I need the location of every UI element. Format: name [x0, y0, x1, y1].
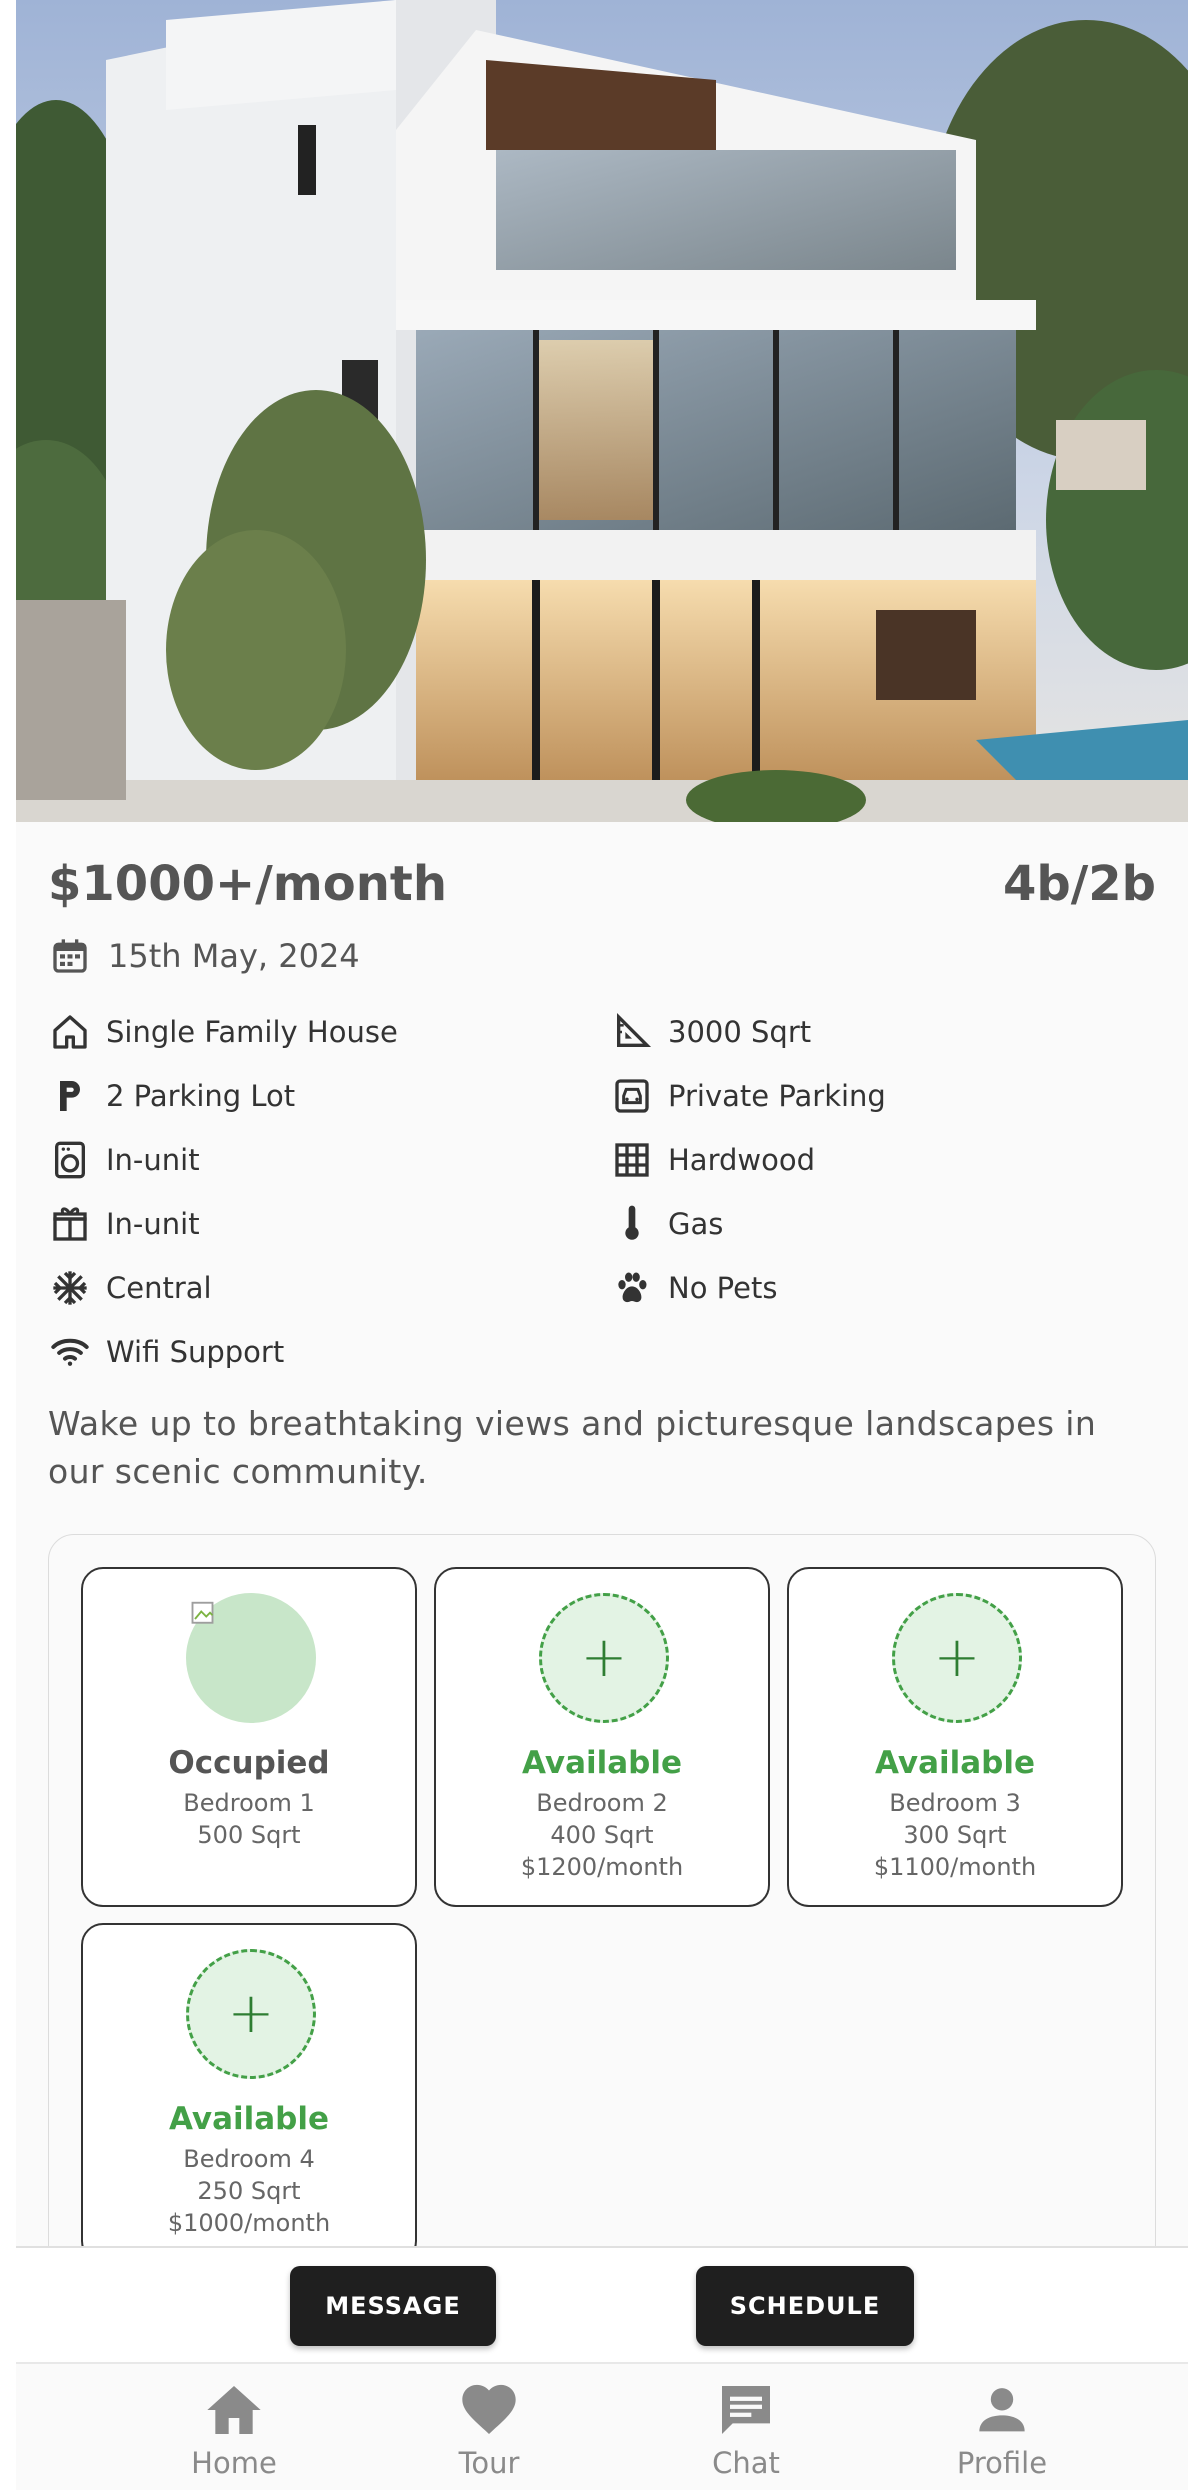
tab-profile[interactable]: Profile — [922, 2378, 1082, 2480]
room-size: 300 Sqrt — [903, 1821, 1007, 1849]
room-name: Bedroom 2 — [536, 1789, 668, 1817]
plus-icon: + — [227, 1981, 275, 2046]
feature-parking-type: Private Parking — [610, 1068, 886, 1124]
room-price: $1100/month — [873, 1853, 1037, 1881]
beds-baths-label: 4b/2b — [1002, 856, 1156, 912]
room-status: Available — [168, 2101, 330, 2137]
feature-label: In-unit — [106, 1143, 200, 1177]
washer-icon — [48, 1138, 92, 1182]
room-status: Occupied — [168, 1745, 330, 1781]
feature-dishwasher: In-unit — [48, 1196, 200, 1252]
feature-flooring: Hardwood — [610, 1132, 815, 1188]
feature-cooling: Central — [48, 1260, 212, 1316]
room-name: Bedroom 4 — [183, 2145, 315, 2173]
price-label: $1000+/month — [48, 856, 448, 912]
tab-label: Home — [191, 2446, 277, 2480]
feature-laundry: In-unit — [48, 1132, 200, 1188]
calendar-icon — [48, 934, 92, 978]
paw-icon — [610, 1266, 654, 1310]
dishwasher-icon — [48, 1202, 92, 1246]
message-button[interactable]: MESSAGE — [290, 2266, 496, 2346]
broken-image-icon — [191, 1601, 214, 1624]
profile-icon — [979, 2388, 1025, 2432]
schedule-button[interactable]: SCHEDULE — [696, 2266, 914, 2346]
feature-label: 2 Parking Lot — [106, 1079, 296, 1113]
home-icon — [207, 2386, 261, 2434]
feature-area: 3000 Sqrt — [610, 1004, 811, 1060]
plus-icon: + — [580, 1625, 628, 1690]
tab-home[interactable]: Home — [154, 2378, 314, 2480]
feature-label: In-unit — [106, 1207, 200, 1241]
room-card[interactable]: + Available Bedroom 4 250 Sqrt $1000/mon… — [81, 1923, 417, 2263]
plus-icon: + — [933, 1625, 981, 1690]
feature-heating: Gas — [610, 1196, 723, 1252]
tab-chat[interactable]: Chat — [666, 2378, 826, 2480]
tab-tour[interactable]: Tour — [409, 2378, 569, 2480]
add-roommate-button[interactable]: + — [892, 1593, 1022, 1723]
room-name: Bedroom 3 — [889, 1789, 1021, 1817]
tab-label: Profile — [956, 2446, 1048, 2480]
tab-label: Chat — [712, 2446, 780, 2480]
house-icon — [48, 1010, 92, 1054]
add-roommate-button[interactable]: + — [539, 1593, 669, 1723]
heart-icon — [462, 2384, 516, 2434]
room-size: 400 Sqrt — [550, 1821, 654, 1849]
feature-pets: No Pets — [610, 1260, 777, 1316]
room-name: Bedroom 1 — [183, 1789, 315, 1817]
room-card[interactable]: + Available Bedroom 3 300 Sqrt $1100/mon… — [787, 1567, 1123, 1907]
feature-label: Central — [106, 1271, 212, 1305]
room-occupant-avatar — [186, 1593, 316, 1723]
property-photo-illustration — [16, 0, 1188, 822]
wifi-icon — [48, 1330, 92, 1374]
feature-label: Gas — [668, 1207, 724, 1241]
floor-grid-icon — [610, 1138, 654, 1182]
room-card[interactable]: Occupied Bedroom 1 500 Sqrt — [81, 1567, 417, 1907]
available-date: 15th May, 2024 — [48, 934, 360, 978]
room-price: $1200/month — [520, 1853, 684, 1881]
bottom-tab-bar: Home Tour Chat Profile — [16, 2364, 1188, 2490]
feature-label: Wifi Support — [106, 1335, 285, 1369]
listing-description: Wake up to breathtaking views and pictur… — [48, 1404, 1097, 1491]
feature-label: 3000 Sqrt — [668, 1015, 812, 1049]
car-garage-icon — [610, 1074, 654, 1118]
room-card[interactable]: + Available Bedroom 2 400 Sqrt $1200/mon… — [434, 1567, 770, 1907]
listing-screen: $1000+/month 4b/2b 15th May, 2024 Single… — [16, 0, 1188, 2490]
feature-label: Private Parking — [668, 1079, 886, 1113]
feature-label: Hardwood — [668, 1143, 816, 1177]
room-status: Available — [874, 1745, 1036, 1781]
action-bar: MESSAGE SCHEDULE — [16, 2246, 1188, 2364]
room-size: 500 Sqrt — [197, 1821, 301, 1849]
chat-icon — [722, 2386, 770, 2434]
add-roommate-button[interactable]: + — [186, 1949, 316, 2079]
thermometer-icon — [610, 1202, 654, 1246]
feature-internet: Wifi Support — [48, 1324, 284, 1380]
property-photo[interactable] — [16, 0, 1188, 822]
room-price: $1000/month — [167, 2209, 331, 2237]
parking-icon — [48, 1074, 92, 1118]
room-size: 250 Sqrt — [197, 2177, 301, 2205]
snowflake-icon — [48, 1266, 92, 1310]
feature-home-type: Single Family House — [48, 1004, 398, 1060]
feature-label: No Pets — [668, 1271, 778, 1305]
date-text: 15th May, 2024 — [108, 937, 360, 975]
tab-label: Tour — [458, 2446, 520, 2480]
feature-parking-lots: 2 Parking Lot — [48, 1068, 295, 1124]
room-status: Available — [521, 1745, 683, 1781]
area-ruler-icon — [610, 1010, 654, 1054]
feature-label: Single Family House — [106, 1015, 398, 1049]
